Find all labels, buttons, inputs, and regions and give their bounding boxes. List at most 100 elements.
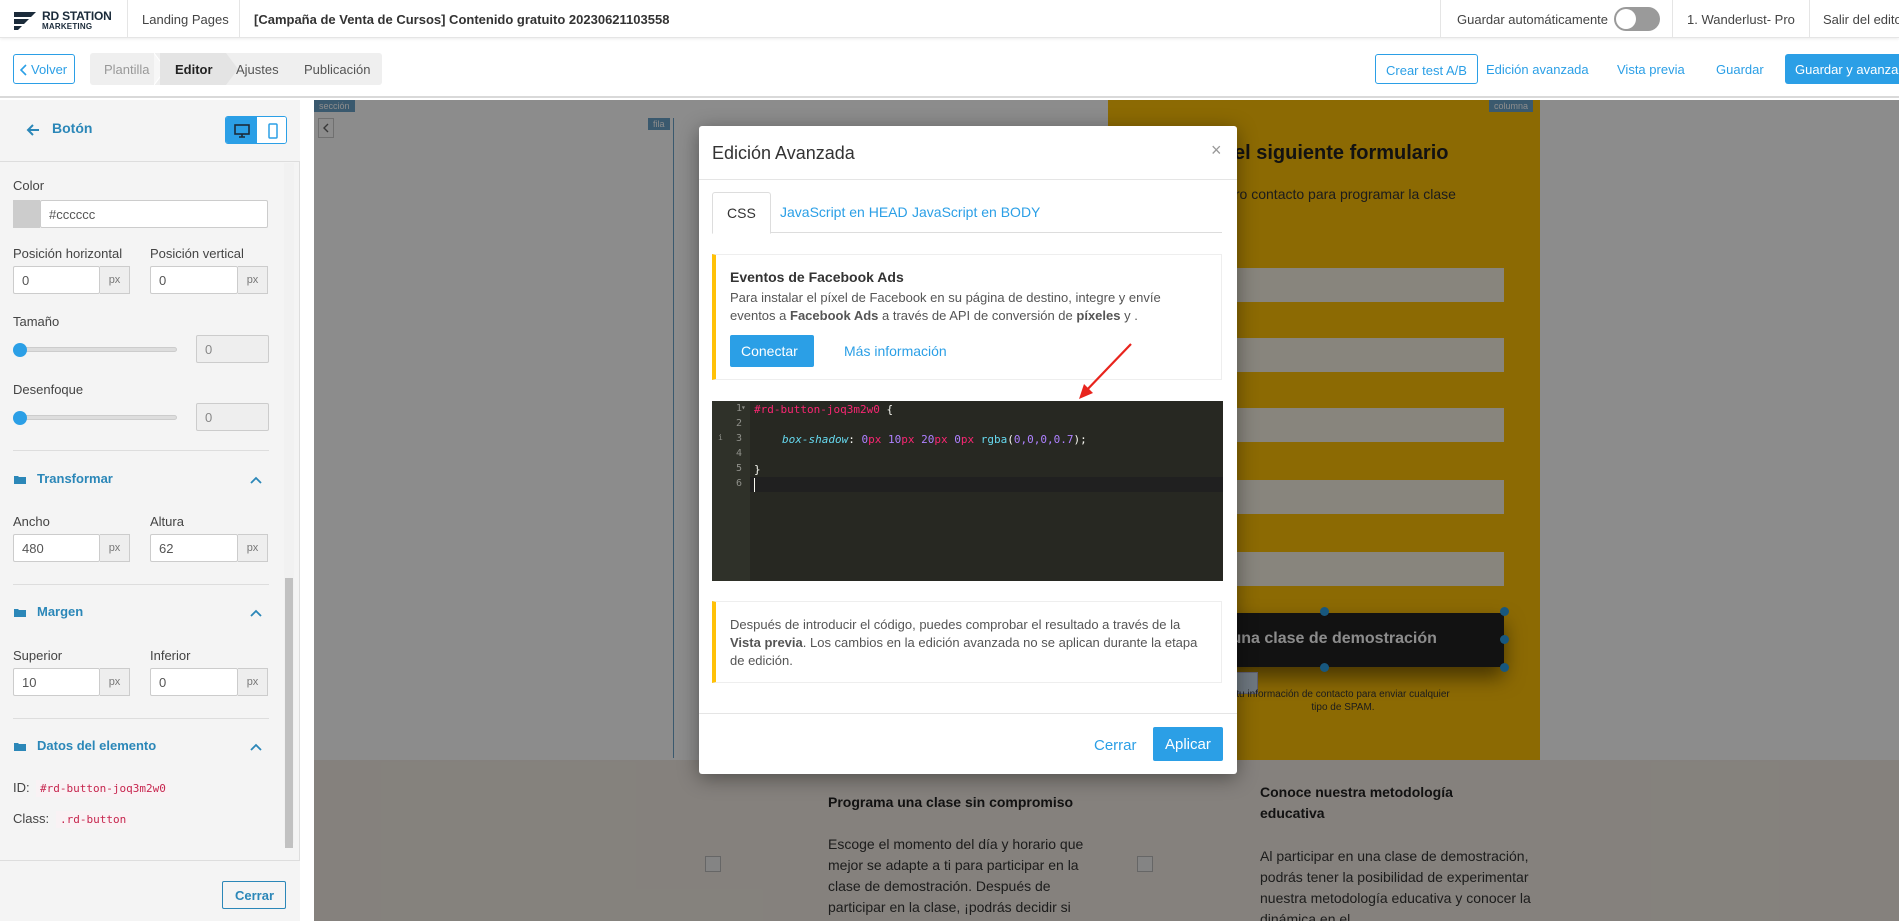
folder-icon (14, 476, 26, 484)
folder-icon (14, 609, 26, 617)
nav-landing-pages[interactable]: Landing Pages (142, 12, 229, 27)
ab-test-button[interactable]: Crear test A/B (1375, 54, 1478, 84)
advanced-edit-link[interactable]: Edición avanzada (1486, 62, 1589, 77)
color-swatch[interactable] (13, 200, 40, 228)
line-number: 6 (735, 478, 742, 489)
code-args: 0,0,0,0.7 (1013, 433, 1074, 446)
preview-link[interactable]: Vista previa (1617, 62, 1685, 77)
desktop-view-button[interactable] (226, 117, 257, 143)
chevron-up-icon[interactable] (250, 609, 262, 617)
chevron-up-icon[interactable] (250, 743, 262, 751)
more-info-link[interactable]: Más información (844, 343, 947, 359)
facebook-ads-alert: Eventos de Facebook Ads Para instalar el… (712, 254, 1222, 380)
active-line-highlight (750, 477, 1223, 492)
fold-arrow-icon[interactable]: ▾ (741, 403, 746, 412)
alert-text: Para instalar el píxel de Facebook en su… (730, 289, 1210, 325)
apply-button[interactable]: Aplicar (1153, 727, 1223, 761)
color-input[interactable]: #cccccc (40, 200, 268, 228)
sidebar-back-label[interactable]: Botón (52, 120, 92, 136)
back-button[interactable]: Volver (13, 54, 75, 84)
line-number: 4 (735, 448, 742, 459)
modal-title: Edición Avanzada (712, 143, 855, 163)
code-line: } (754, 463, 761, 476)
code-brace: { (879, 403, 894, 416)
line-number: 1 (735, 403, 742, 414)
pos-v-input[interactable]: 0 (150, 266, 238, 294)
divider (1672, 0, 1673, 38)
connect-button[interactable]: Conectar (730, 335, 814, 367)
note-text: Después de introducir el código, puedes … (730, 616, 1210, 670)
tab-css[interactable]: CSS (712, 192, 771, 234)
code-colon: : (848, 433, 862, 446)
step-publicacion[interactable]: Publicación (304, 62, 371, 77)
size-input: 0 (196, 335, 269, 363)
steps-breadcrumb: Plantilla Editor Ajustes Publicación (90, 53, 382, 85)
code-number: 10 (887, 433, 902, 446)
height-input[interactable]: 62 (150, 534, 238, 562)
transform-section-title[interactable]: Transformar (37, 471, 113, 486)
step-plantilla[interactable]: Plantilla (104, 62, 150, 77)
modal-header: Edición Avanzada × (699, 126, 1237, 180)
alert-text-part: y . (1120, 308, 1138, 323)
width-input[interactable]: 480 (13, 534, 100, 562)
exit-editor-link[interactable]: Salir del edito (1823, 12, 1899, 27)
scrollbar-thumb[interactable] (285, 578, 293, 848)
autosave-toggle[interactable] (1614, 7, 1660, 31)
step-ajustes[interactable]: Ajustes (236, 62, 279, 77)
size-slider[interactable] (17, 347, 177, 352)
save-and-next-button[interactable]: Guardar y avanzar (1785, 54, 1899, 84)
code-number: 0 (954, 433, 961, 446)
code-line: #rd-button-joq3m2w0 { (754, 403, 893, 416)
width-label: Ancho (13, 514, 50, 529)
alert-text-line: Para instalar el píxel de Facebook en su… (730, 290, 1161, 305)
device-switch (225, 116, 287, 144)
rd-station-logo[interactable]: RD STATION MARKETING (12, 7, 122, 31)
step-editor[interactable]: Editor (175, 62, 213, 77)
sidebar-close-button[interactable]: Cerrar (222, 881, 286, 909)
chevron-up-icon[interactable] (250, 476, 262, 484)
close-icon[interactable]: × (1211, 140, 1222, 161)
divider (1440, 0, 1441, 38)
mobile-view-button[interactable] (257, 117, 286, 143)
margin-section-title[interactable]: Margen (37, 604, 83, 619)
top-margin-input[interactable]: 10 (13, 668, 100, 696)
divider (13, 584, 269, 585)
preview-note: Después de introducir el código, puedes … (712, 601, 1222, 683)
size-label: Tamaño (13, 314, 60, 329)
code-brace: } (754, 463, 761, 476)
tab-js-body[interactable]: JavaScript en BODY (898, 192, 1054, 233)
id-label: ID: (13, 780, 30, 795)
blur-slider-handle[interactable] (13, 411, 27, 425)
blur-slider[interactable] (17, 415, 177, 420)
top-bar: RD STATION MARKETING Landing Pages [Camp… (0, 0, 1899, 38)
account-menu[interactable]: 1. Wanderlust- Pro (1687, 12, 1795, 27)
height-label: Altura (150, 514, 184, 529)
code-selector: #rd-button-joq3m2w0 (754, 403, 880, 416)
element-data-section-title[interactable]: Datos del elemento (37, 738, 156, 753)
css-code-editor[interactable]: 1 ▾ 2 i 3 4 5 6 #rd-button-joq3m2w0 { bo… (712, 401, 1223, 581)
chevron-left-icon (20, 64, 27, 76)
modal-cancel-button[interactable]: Cerrar (1094, 737, 1137, 754)
size-slider-handle[interactable] (13, 343, 27, 357)
arrow-left-icon[interactable] (26, 123, 40, 137)
save-link[interactable]: Guardar (1716, 62, 1764, 77)
width-unit: px (100, 534, 130, 562)
code-line: box-shadow: 0px 10px 20px 0px rgba(0,0,0… (782, 433, 1087, 446)
advanced-edit-modal: Edición Avanzada × CSS JavaScript en HEA… (699, 126, 1237, 774)
alert-text-part: eventos a (730, 308, 790, 323)
sidebar-scrollbar[interactable] (284, 163, 294, 848)
pos-h-input[interactable]: 0 (13, 266, 100, 294)
alert-title: Eventos de Facebook Ads (730, 269, 904, 285)
modal-footer: Cerrar Aplicar (699, 713, 1237, 774)
line-number: 3 (735, 433, 742, 444)
divider (1809, 0, 1810, 38)
bottom-margin-input[interactable]: 0 (150, 668, 238, 696)
code-tabs: CSS JavaScript en HEAD JavaScript en BOD… (712, 192, 1222, 234)
properties-sidebar: Botón Color #cccccc Posición horizontal … (0, 100, 300, 921)
logo-text: RD STATION (42, 9, 112, 23)
pos-v-unit: px (238, 266, 268, 294)
autosave-label: Guardar automáticamente (1457, 12, 1609, 27)
top-margin-unit: px (100, 668, 130, 696)
note-line: Después de introducir el código, puedes … (730, 617, 1181, 632)
height-unit: px (238, 534, 268, 562)
